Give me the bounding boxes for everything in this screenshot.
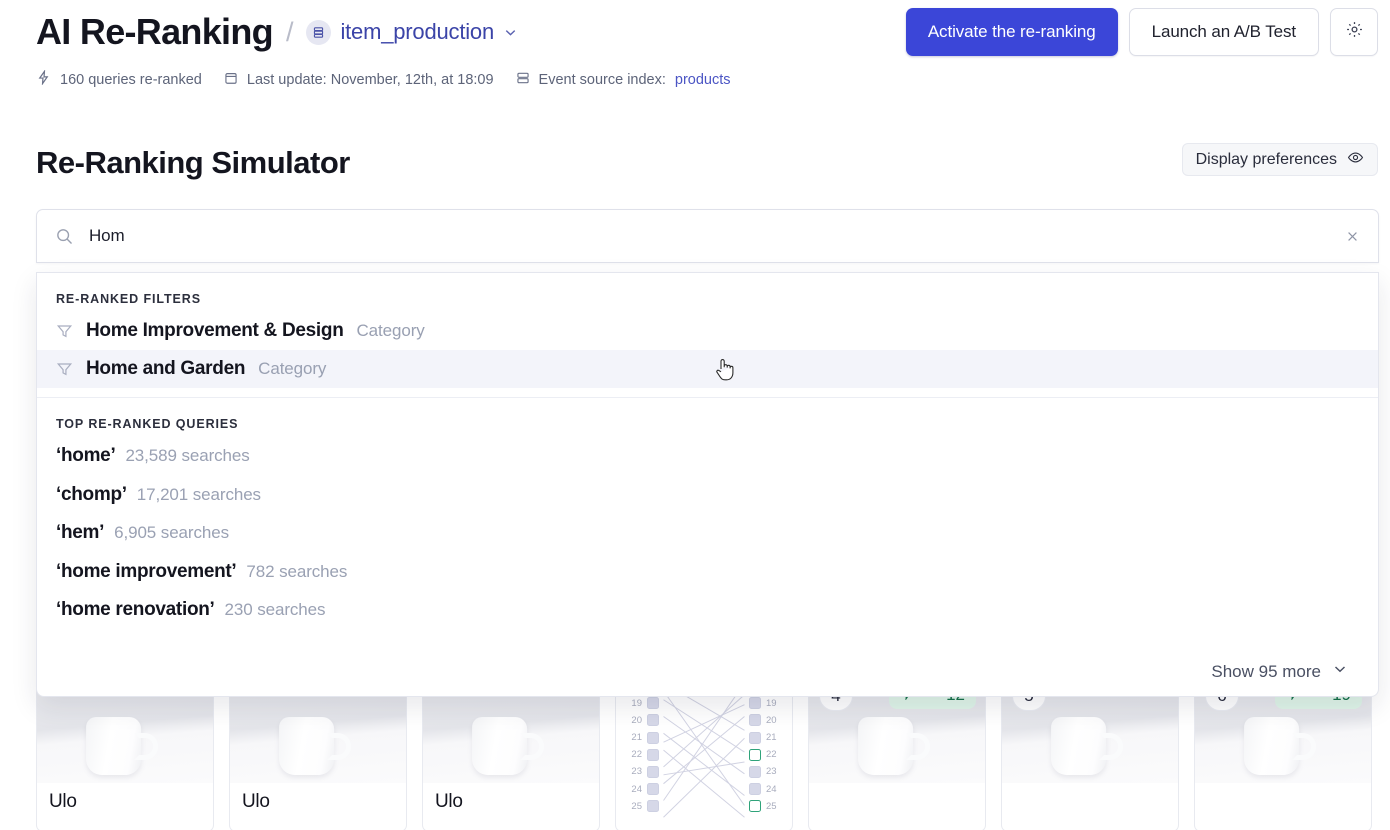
filter-icon [56,323,73,340]
zap-icon [36,70,51,89]
rank-row: 24 [749,782,782,796]
app-page: AI Re-Ranking / item_production [0,0,1390,830]
rank-column-after: 18 19 20 21 22 23 24 25 [749,679,782,813]
query-suggestion-home[interactable]: ‘home’ 23,589 searches [37,437,1378,476]
meta-text-queries: 160 queries re-ranked [60,72,202,88]
chevron-down-icon [503,25,518,40]
close-icon[interactable] [1344,228,1361,245]
show-more-label: Show 95 more [1211,662,1321,682]
search-input[interactable]: Hom [89,226,125,246]
pointer-hand-cursor [714,357,736,388]
query-term: ‘home renovation’ [56,599,215,621]
breadcrumb: AI Re-Ranking / item_production [36,12,518,52]
activate-re-ranking-button[interactable]: Activate the re-ranking [906,8,1118,56]
page-title: AI Re-Ranking [36,12,273,52]
filter-type: Category [258,359,326,379]
rank-row: 23 [626,765,659,779]
product-name: Ulo [230,783,406,813]
meta-row: 160 queries re-ranked Last update: Novem… [36,70,731,89]
mug-illustration [1244,717,1316,775]
filter-name: Home Improvement & Design [86,320,344,342]
page-header: AI Re-Ranking / item_production [0,0,1390,100]
event-source-index-link[interactable]: products [675,72,731,88]
rank-row: 21 [626,731,659,745]
index-rows-icon [516,71,530,89]
rank-row: 20 [626,713,659,727]
display-preferences-label: Display preferences [1196,151,1337,169]
gear-icon [1345,20,1364,44]
query-count: 23,589 searches [125,446,249,466]
query-term: ‘hem’ [56,522,104,544]
query-term: ‘home’ [56,445,115,467]
breadcrumb-separator: / [286,17,294,48]
simulator-header: Re-Ranking Simulator Display preferences [36,143,1378,181]
simulator-title: Re-Ranking Simulator [36,145,350,181]
rank-row: 24 [626,782,659,796]
meta-item-queries: 160 queries re-ranked [36,70,202,89]
meta-item-event-source: Event source index: products [516,71,731,89]
search-field[interactable]: Hom [36,209,1379,263]
filters-group-label: RE-RANKED FILTERS [37,273,1378,312]
rank-row: 25 [749,799,782,813]
query-suggestion-home-renovation[interactable]: ‘home renovation’ 230 searches [37,591,1378,630]
filter-option-home-and-garden[interactable]: Home and Garden Category [37,350,1378,388]
mug-illustration [279,717,351,775]
query-count: 17,201 searches [137,485,261,505]
rank-row: 21 [749,731,782,745]
index-name: item_production [340,19,494,45]
rank-row: 19 [626,696,659,710]
query-suggestion-home-improvement[interactable]: ‘home improvement’ 782 searches [37,553,1378,592]
rank-row: 20 [749,713,782,727]
mug-illustration [472,717,544,775]
mug-illustration [1051,717,1123,775]
rank-row: 19 [749,696,782,710]
rank-row: 23 [749,765,782,779]
queries-group-label: TOP RE-RANKED QUERIES [37,398,1378,437]
rank-row: 22 [749,748,782,762]
query-suggestion-chomp[interactable]: ‘chomp’ 17,201 searches [37,476,1378,515]
filter-type: Category [357,321,425,341]
query-count: 782 searches [246,562,347,582]
query-count: 230 searches [225,600,326,620]
product-name: Ulo [37,783,213,813]
settings-button[interactable] [1330,8,1378,56]
query-term: ‘home improvement’ [56,561,236,583]
filter-name: Home and Garden [86,358,245,380]
rank-row: 25 [626,799,659,813]
meta-text-last-update: Last update: November, 12th, at 18:09 [247,72,494,88]
query-count: 6,905 searches [114,523,229,543]
rank-row: 22 [626,748,659,762]
launch-ab-test-button[interactable]: Launch an A/B Test [1129,8,1319,56]
chevron-down-icon [1332,661,1348,682]
meta-text-event-source: Event source index: [539,72,666,88]
query-term: ‘chomp’ [56,484,127,506]
eye-icon [1347,149,1364,171]
header-top-row: AI Re-Ranking / item_production [36,8,1378,56]
mug-illustration [858,717,930,775]
search-suggestions-dropdown: RE-RANKED FILTERS Home Improvement & Des… [36,272,1379,697]
search-icon [55,227,74,246]
product-name: Ulo [423,783,599,813]
show-more-button[interactable]: Show 95 more [1211,661,1348,682]
calendar-icon [224,71,238,89]
rank-column-before: 18 19 20 21 22 23 24 25 [626,679,659,813]
query-suggestion-hem[interactable]: ‘hem’ 6,905 searches [37,514,1378,553]
display-preferences-button[interactable]: Display preferences [1182,143,1378,176]
filter-option-home-improvement-design[interactable]: Home Improvement & Design Category [37,312,1378,350]
meta-item-last-update: Last update: November, 12th, at 18:09 [224,71,494,89]
mug-illustration [86,717,158,775]
header-actions: Activate the re-ranking Launch an A/B Te… [906,8,1378,56]
index-selector[interactable]: item_production [306,19,518,45]
filter-icon [56,361,73,378]
database-icon [306,20,331,45]
